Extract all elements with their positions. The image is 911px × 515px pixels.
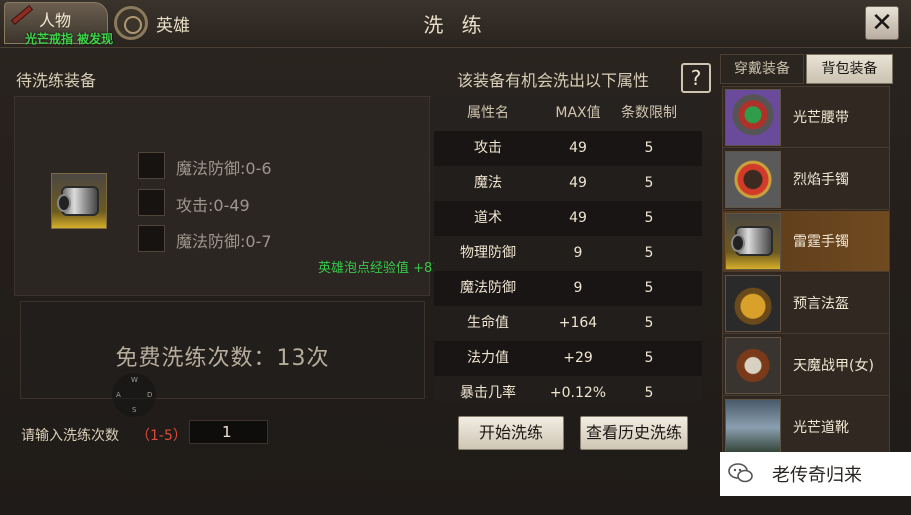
compass-west: A bbox=[116, 391, 121, 399]
title-bar: 人物 光芒戒指 被发现 英雄 洗 练 ✕ bbox=[0, 0, 911, 48]
list-item[interactable]: 雷霆手镯 bbox=[723, 211, 889, 272]
compass-north: W bbox=[131, 376, 138, 384]
item-label: 天魔战甲(女) bbox=[793, 358, 874, 374]
compass-south: S bbox=[132, 406, 137, 414]
row-max-value: 49 bbox=[569, 175, 587, 191]
free-refine-panel: 免费洗练次数：13次 bbox=[20, 301, 425, 399]
row-attr-name: 魔法 bbox=[474, 175, 502, 191]
boots-icon bbox=[725, 399, 781, 456]
item-label: 雷霆手镯 bbox=[793, 234, 849, 250]
equipment-slot[interactable] bbox=[51, 173, 107, 229]
help-button[interactable]: ? bbox=[681, 63, 711, 93]
header-count-limit: 条数限制 bbox=[621, 105, 677, 121]
bag-equipment-list: 光芒腰带 烈焰手镯 雷霆手镯 预言法盔 天魔战甲(女) 光芒道靴 bbox=[722, 86, 890, 461]
compass-joystick[interactable]: W A D S bbox=[112, 373, 156, 417]
attribute-text: 魔法防御:0-6 bbox=[176, 159, 272, 178]
start-refine-button[interactable]: 开始洗练 bbox=[458, 416, 564, 450]
pending-equipment-heading: 待洗练装备 bbox=[16, 71, 97, 90]
wechat-icon bbox=[728, 463, 753, 483]
row-attr-name: 法力值 bbox=[467, 350, 509, 366]
attribute-lock-checkbox[interactable] bbox=[138, 189, 165, 216]
helmet-icon bbox=[725, 275, 781, 332]
refine-window: 人物 光芒戒指 被发现 英雄 洗 练 ✕ 待洗练装备 该装备有机会洗出以下属性 … bbox=[0, 0, 911, 515]
item-label: 光芒道靴 bbox=[793, 420, 849, 436]
row-attr-name: 暴击几率 bbox=[460, 385, 516, 401]
table-header: 属性名 MAX值 条数限制 bbox=[434, 96, 702, 131]
possible-attributes-heading: 该装备有机会洗出以下属性 bbox=[457, 71, 650, 90]
row-count-limit: 5 bbox=[644, 140, 654, 156]
list-item[interactable]: 光芒腰带 bbox=[723, 87, 889, 148]
tab-bag[interactable]: 背包装备 bbox=[806, 54, 893, 84]
row-attr-name: 攻击 bbox=[474, 140, 502, 156]
row-max-value: +164 bbox=[558, 315, 598, 331]
row-count-limit: 5 bbox=[644, 280, 654, 296]
watermark: 老传奇归来 bbox=[720, 452, 911, 496]
ring-bracelet-icon bbox=[725, 151, 781, 208]
attribute-text: 攻击:0-49 bbox=[176, 196, 250, 215]
table-row: 法力值 +29 5 bbox=[434, 341, 702, 376]
row-max-value: 49 bbox=[569, 140, 587, 156]
belt-icon bbox=[725, 89, 781, 146]
row-count-limit: 5 bbox=[644, 385, 654, 401]
row-attr-name: 道术 bbox=[474, 210, 502, 226]
armor-icon bbox=[725, 337, 781, 394]
tab-equipped[interactable]: 穿戴装备 bbox=[720, 54, 804, 84]
row-max-value: 9 bbox=[573, 280, 583, 296]
item-label: 预言法盔 bbox=[793, 296, 849, 312]
table-row: 道术 49 5 bbox=[434, 201, 702, 236]
bracer-graphic bbox=[731, 226, 773, 256]
row-max-value: +0.12% bbox=[549, 385, 607, 401]
refine-count-input[interactable]: 1 bbox=[189, 420, 268, 444]
refine-count-label: 请输入洗练次数 bbox=[21, 428, 119, 444]
table-row: 暴击几率 +0.12% 5 bbox=[434, 376, 702, 401]
attribute-lock-checkbox[interactable] bbox=[138, 152, 165, 179]
table-row: 攻击 49 5 bbox=[434, 131, 702, 166]
list-item[interactable]: 烈焰手镯 bbox=[723, 149, 889, 210]
attribute-text: 魔法防御:0-7 bbox=[176, 232, 272, 251]
free-refine-count: 免费洗练次数：13次 bbox=[115, 346, 330, 371]
list-item[interactable]: 预言法盔 bbox=[723, 273, 889, 334]
row-attr-name: 生命值 bbox=[467, 315, 509, 331]
row-max-value: 49 bbox=[569, 210, 587, 226]
watermark-text: 老传奇归来 bbox=[772, 465, 862, 486]
row-count-limit: 5 bbox=[644, 210, 654, 226]
row-attr-name: 物理防御 bbox=[460, 245, 516, 261]
list-item[interactable]: 天魔战甲(女) bbox=[723, 335, 889, 396]
refine-count-range: （1-5） bbox=[136, 428, 187, 444]
table-row: 魔法 49 5 bbox=[434, 166, 702, 201]
header-max-value: MAX值 bbox=[555, 105, 601, 121]
bracer-icon bbox=[57, 186, 99, 216]
attribute-table: 属性名 MAX值 条数限制 攻击 49 5 魔法 49 5 道术 49 5 物理… bbox=[434, 96, 702, 401]
window-title: 洗 练 bbox=[423, 13, 488, 37]
bracer-icon bbox=[725, 213, 781, 270]
row-count-limit: 5 bbox=[644, 350, 654, 366]
table-row: 物理防御 9 5 bbox=[434, 236, 702, 271]
row-count-limit: 5 bbox=[644, 245, 654, 261]
close-button[interactable]: ✕ bbox=[865, 6, 899, 40]
row-count-limit: 5 bbox=[644, 175, 654, 191]
list-item[interactable]: 光芒道靴 bbox=[723, 397, 889, 458]
row-max-value: +29 bbox=[563, 350, 593, 366]
row-max-value: 9 bbox=[573, 245, 583, 261]
header-attr-name: 属性名 bbox=[467, 105, 509, 121]
table-row: 生命值 +164 5 bbox=[434, 306, 702, 341]
row-attr-name: 魔法防御 bbox=[460, 280, 516, 296]
attribute-lock-checkbox[interactable] bbox=[138, 225, 165, 252]
compass-east: D bbox=[147, 391, 153, 399]
item-label: 光芒腰带 bbox=[793, 110, 849, 126]
view-history-button[interactable]: 查看历史洗练 bbox=[580, 416, 688, 450]
row-count-limit: 5 bbox=[644, 315, 654, 331]
item-label: 烈焰手镯 bbox=[793, 172, 849, 188]
table-row: 魔法防御 9 5 bbox=[434, 271, 702, 306]
